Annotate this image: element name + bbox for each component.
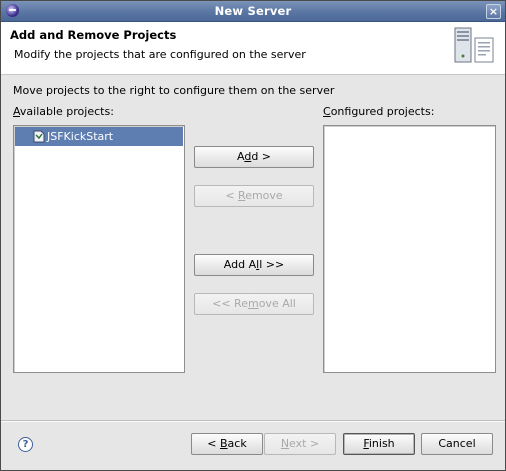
server-graphic-icon — [454, 27, 494, 63]
window-title: New Server — [214, 4, 292, 18]
cancel-button[interactable]: Cancel — [421, 433, 493, 455]
available-projects-list[interactable]: JSFKickStart — [13, 125, 185, 373]
add-button[interactable]: Add > — [194, 146, 314, 168]
configured-projects-label: Configured projects: — [323, 105, 435, 118]
add-all-button[interactable]: Add All >> — [194, 254, 314, 276]
remove-all-button[interactable]: << Remove All — [194, 293, 314, 315]
new-server-dialog: New Server × Add and Remove Projects Mod… — [0, 0, 506, 471]
instruction-text: Move projects to the right to configure … — [13, 84, 335, 97]
page-description: Modify the projects that are configured … — [14, 48, 306, 61]
available-projects-label: Available projects: — [13, 105, 114, 118]
page-title: Add and Remove Projects — [10, 28, 177, 42]
close-icon[interactable]: × — [486, 4, 501, 19]
next-button[interactable]: Next > — [264, 433, 336, 455]
project-icon — [33, 130, 45, 143]
help-icon[interactable]: ? — [18, 437, 33, 452]
back-button[interactable]: < Back — [191, 433, 263, 455]
remove-button[interactable]: < Remove — [194, 185, 314, 207]
project-label: JSFKickStart — [47, 130, 114, 143]
title-bar[interactable]: New Server × — [1, 1, 505, 22]
footer-divider — [1, 420, 505, 422]
configured-projects-list[interactable] — [323, 125, 496, 373]
list-item[interactable]: JSFKickStart — [15, 127, 183, 146]
finish-button[interactable]: Finish — [343, 433, 415, 455]
wizard-header: Add and Remove Projects Modify the proje… — [1, 22, 505, 75]
